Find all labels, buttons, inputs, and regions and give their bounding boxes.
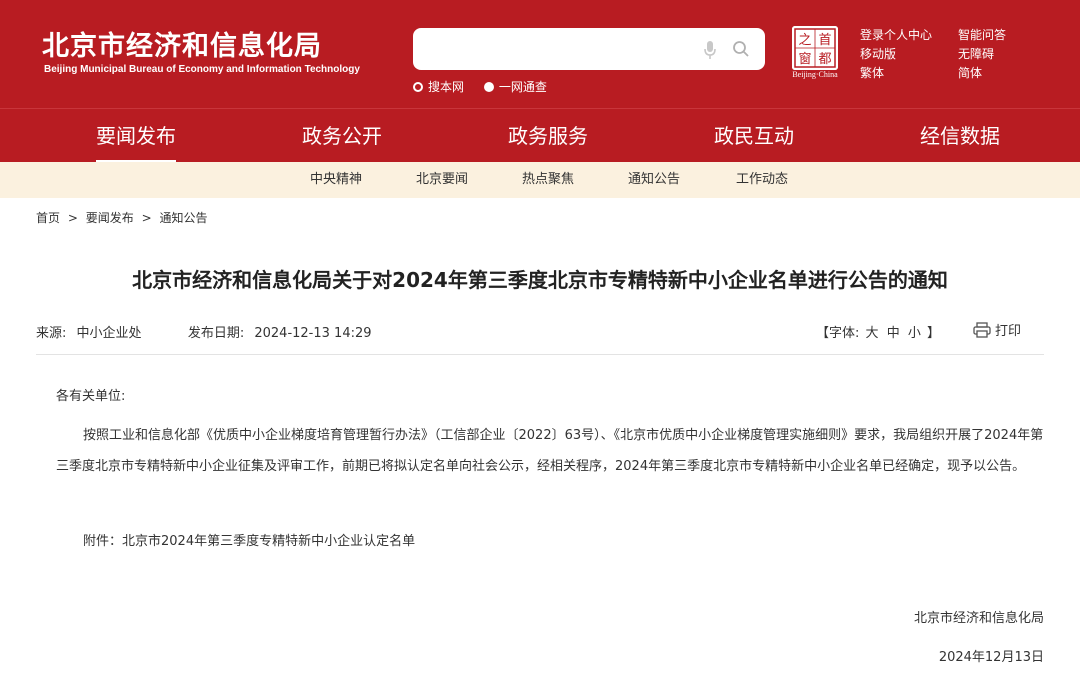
microphone-icon[interactable] (703, 40, 717, 60)
attachment-link[interactable]: 附件：北京市2024年第三季度专精特新中小企业认定名单 (83, 530, 415, 549)
sub-nav: 中央精神 北京要闻 热点聚焦 通知公告 工作动态 (0, 162, 1080, 198)
source-value: 中小企业处 (76, 326, 142, 341)
article-signature: 北京市经济和信息化局 (913, 611, 1044, 626)
breadcrumb-news[interactable]: 要闻发布 (86, 211, 134, 225)
capital-window-seal-icon[interactable]: 之 首 窗 都 (792, 26, 838, 70)
breadcrumb-separator: > (141, 211, 152, 225)
site-logo-subtitle: Beijing Municipal Bureau of Economy and … (44, 64, 360, 75)
printer-icon (973, 321, 991, 338)
mobile-version-link[interactable]: 移动版 (860, 45, 896, 62)
seal-char: 都 (818, 52, 831, 67)
site-logo-title[interactable]: 北京市经济和信息化局 (42, 24, 322, 63)
search-scope-options: 搜本网 一网通查 (413, 78, 563, 95)
radio-unselected-icon (413, 81, 423, 92)
seal-char: 窗 (798, 51, 811, 67)
accessibility-link[interactable]: 无障碍 (958, 45, 994, 62)
breadcrumb-separator: > (67, 211, 78, 225)
nav-government-services[interactable]: 政务服务 (508, 109, 588, 163)
subnav-hot-topics[interactable]: 热点聚焦 (522, 162, 574, 198)
search-scope-site[interactable]: 搜本网 (413, 78, 464, 95)
date-value: 2024-12-13 14:29 (254, 326, 372, 341)
seal-caption: Beijing·China (792, 70, 838, 79)
source-label: 来源: (36, 326, 67, 341)
font-size-medium[interactable]: 中 (887, 326, 900, 341)
simplified-chinese-link[interactable]: 简体 (958, 64, 982, 81)
print-label: 打印 (995, 324, 1022, 339)
article-sign-date: 2024年12月13日 (938, 650, 1044, 665)
font-size-small[interactable]: 小 (908, 326, 921, 341)
subnav-beijing-news[interactable]: 北京要闻 (416, 162, 468, 198)
search-input[interactable] (425, 34, 695, 64)
site-header: 北京市经济和信息化局 Beijing Municipal Bureau of E… (0, 0, 1080, 108)
font-size-large[interactable]: 大 (866, 326, 879, 341)
article-meta: 来源: 中小企业处 发布日期: 2024-12-13 14:29 (36, 322, 378, 341)
search-scope-all[interactable]: 一网通查 (483, 78, 547, 95)
article-title: 北京市经济和信息化局关于对2024年第三季度北京市专精特新中小企业名单进行公告的… (132, 268, 948, 292)
traditional-chinese-link[interactable]: 繁体 (860, 64, 884, 81)
font-size-control: 【字体: 大 中 小 】 (816, 322, 940, 341)
nav-economic-data[interactable]: 经信数据 (920, 109, 1000, 163)
login-link[interactable]: 登录个人中心 (860, 26, 932, 43)
subnav-central-spirit[interactable]: 中央精神 (310, 162, 362, 198)
font-size-label: 【字体: (816, 326, 860, 341)
date-label: 发布日期: (187, 326, 245, 341)
nav-public-interaction[interactable]: 政民互动 (714, 109, 794, 163)
nav-government-affairs[interactable]: 政务公开 (302, 109, 382, 163)
radio-selected-icon (483, 81, 494, 92)
search-scope-label: 搜本网 (428, 80, 465, 94)
seal-char: 之 (798, 33, 811, 48)
main-nav: 要闻发布 政务公开 政务服务 政民互动 经信数据 (0, 108, 1080, 163)
breadcrumb-notices[interactable]: 通知公告 (159, 211, 207, 225)
breadcrumb: 首页 > 要闻发布 > 通知公告 (36, 209, 207, 226)
print-button[interactable]: 打印 (973, 320, 1021, 339)
seal-char: 首 (818, 33, 831, 48)
font-size-close: 】 (927, 326, 941, 341)
subnav-work-updates[interactable]: 工作动态 (736, 162, 788, 198)
nav-news[interactable]: 要闻发布 (96, 109, 176, 163)
smart-qa-link[interactable]: 智能问答 (958, 26, 1006, 43)
breadcrumb-home[interactable]: 首页 (36, 211, 60, 225)
search-scope-label: 一网通查 (498, 80, 547, 94)
article-salutation: 各有关单位: (56, 389, 126, 404)
meta-divider (36, 354, 1044, 355)
search-icon[interactable] (732, 40, 750, 58)
subnav-notices[interactable]: 通知公告 (628, 162, 680, 198)
article-body: 按照工业和信息化部《优质中小企业梯度培育管理暂行办法》（工信部企业〔2022〕6… (56, 428, 1044, 474)
